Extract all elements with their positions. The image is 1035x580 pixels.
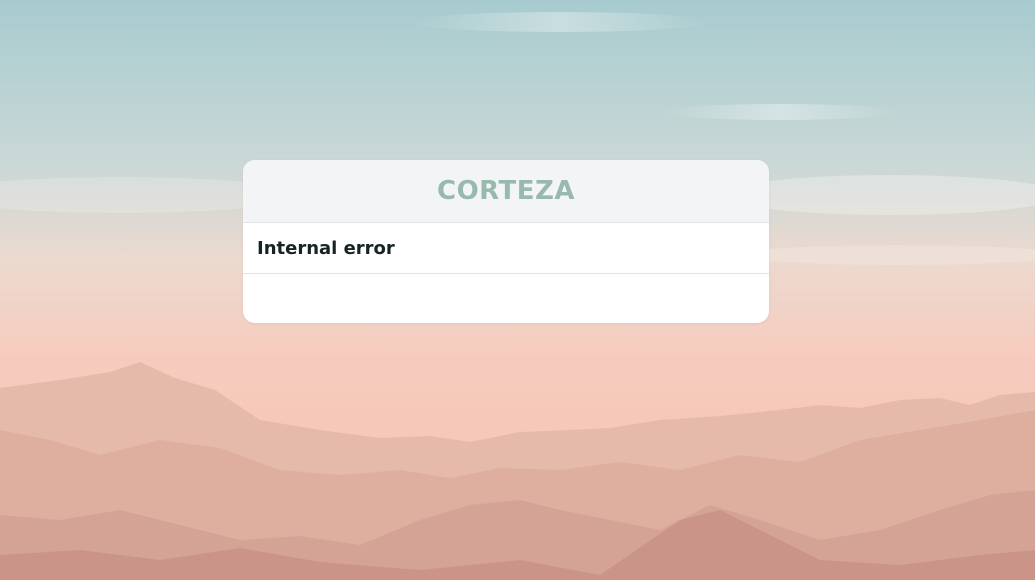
card-body: Internal error	[243, 223, 769, 274]
error-card: CORTEZA Internal error	[243, 160, 769, 323]
error-title: Internal error	[257, 237, 395, 259]
card-header: CORTEZA	[243, 160, 769, 223]
card-footer	[243, 274, 769, 323]
corteza-logo: CORTEZA	[436, 176, 575, 206]
